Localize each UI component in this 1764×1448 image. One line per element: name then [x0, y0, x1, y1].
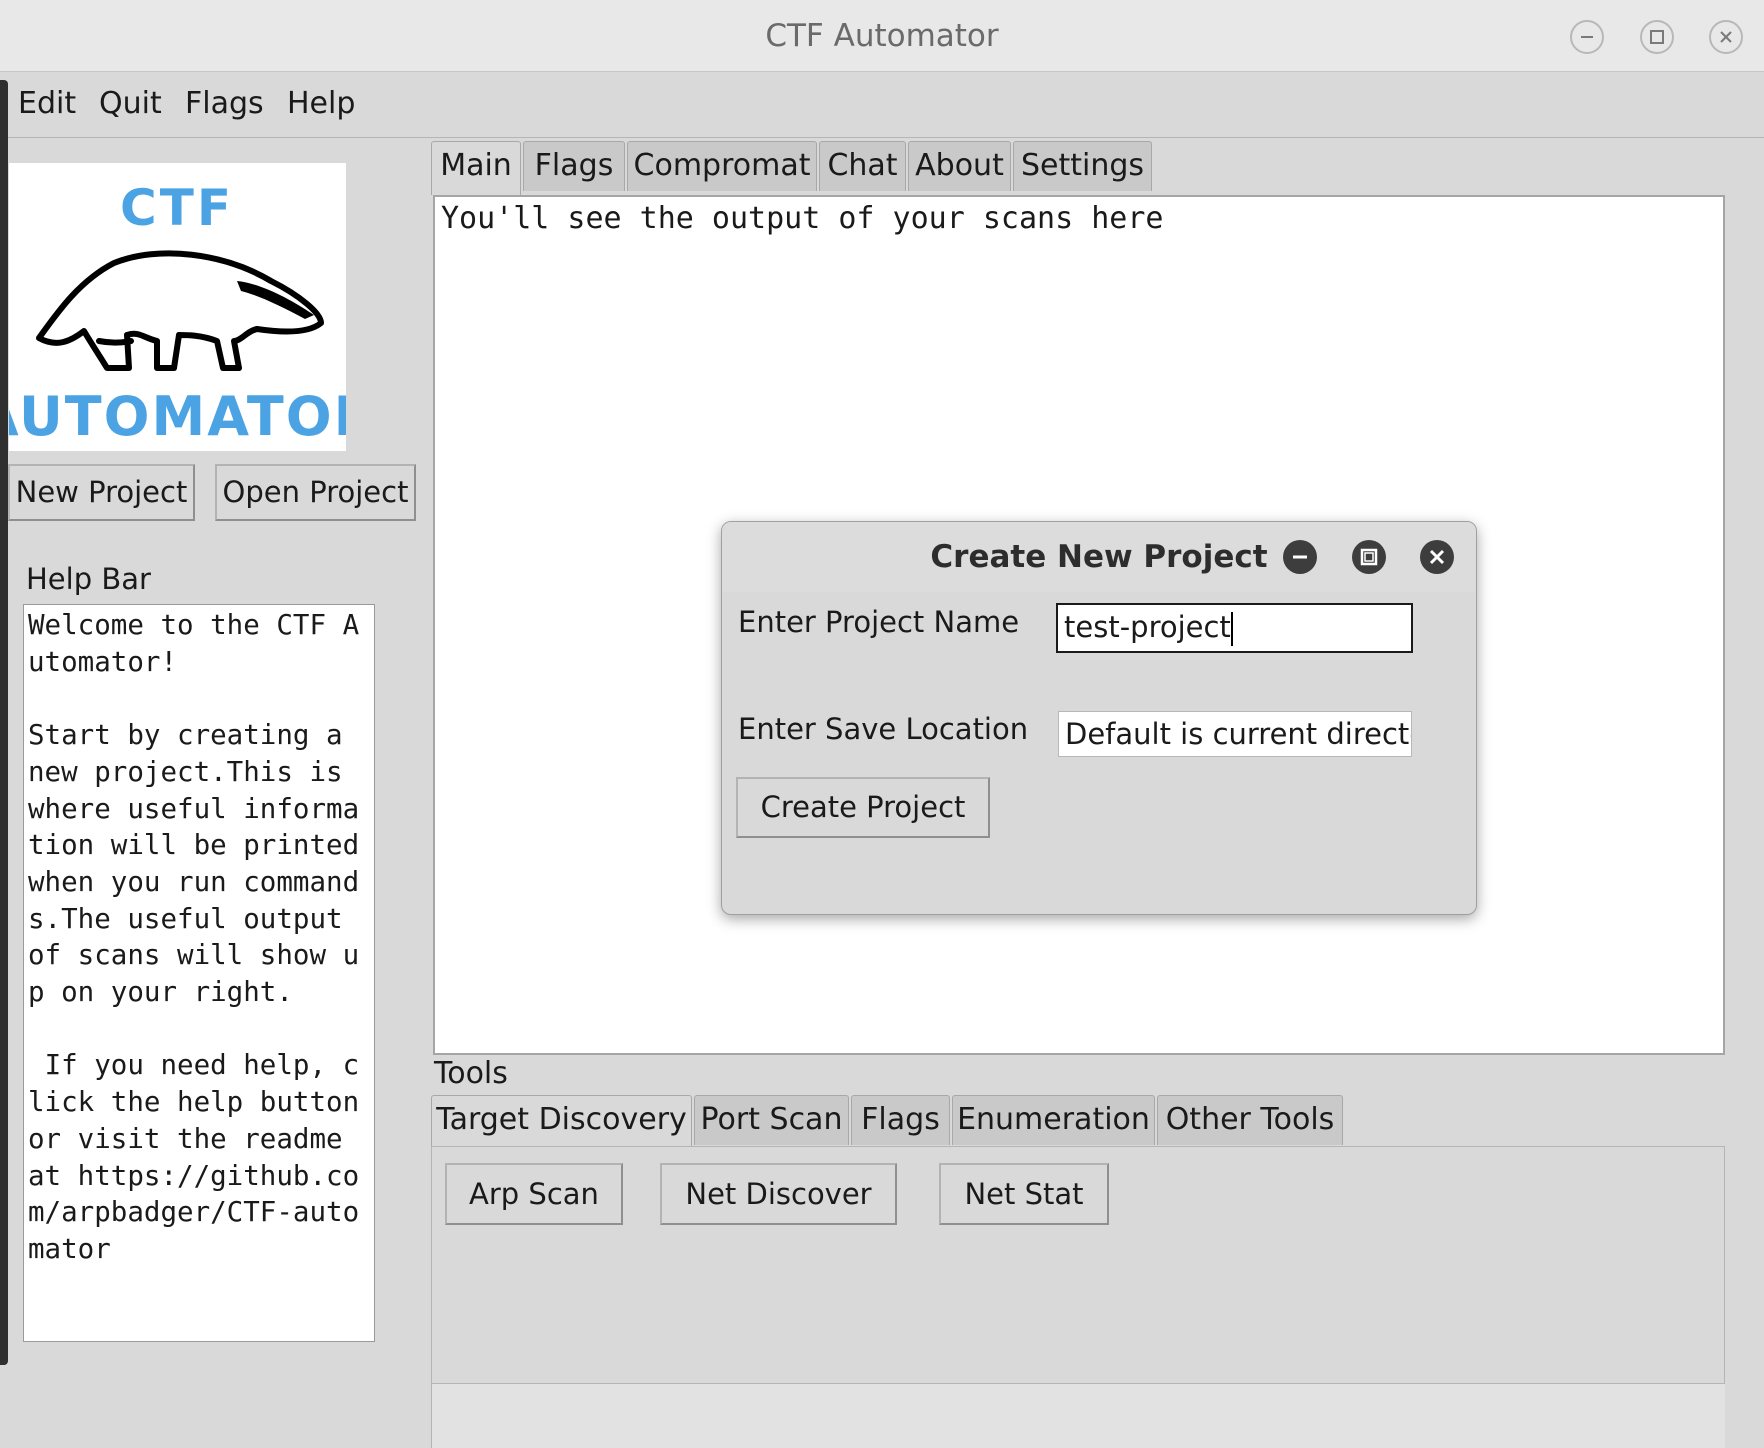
tab-chat[interactable]: Chat — [819, 141, 906, 191]
open-project-button[interactable]: Open Project — [215, 464, 416, 521]
tab-target-discovery[interactable]: Target Discovery — [431, 1095, 692, 1149]
tab-port-scan[interactable]: Port Scan — [694, 1095, 849, 1145]
project-name-value: test-project — [1064, 610, 1231, 644]
menu-edit[interactable]: Edit — [14, 84, 80, 124]
maximize-window-button[interactable] — [1640, 20, 1674, 54]
dialog-maximize-button[interactable] — [1352, 540, 1386, 574]
tab-settings[interactable]: Settings — [1013, 141, 1152, 191]
tab-enumeration[interactable]: Enumeration — [952, 1095, 1155, 1145]
ctf-automator-logo: CTF AUTOMATOR — [0, 163, 375, 451]
tab-compromat[interactable]: Compromat — [627, 141, 817, 191]
close-icon — [1429, 549, 1445, 565]
menu-flags[interactable]: Flags — [181, 84, 268, 124]
badger-icon — [36, 250, 324, 371]
help-bar-label: Help Bar — [26, 562, 151, 596]
tools-bottom-strip — [431, 1384, 1725, 1448]
tab-tools-flags[interactable]: Flags — [851, 1095, 950, 1145]
menu-quit[interactable]: Quit — [95, 84, 166, 124]
tools-label: Tools — [434, 1056, 508, 1091]
minimize-icon — [1293, 555, 1307, 559]
create-project-dialog: Create New Project Enter Project Name te… — [721, 521, 1477, 915]
tab-other-tools[interactable]: Other Tools — [1157, 1095, 1343, 1145]
dialog-minimize-button[interactable] — [1283, 540, 1317, 574]
save-location-value: Default is current directo — [1065, 717, 1412, 751]
close-icon — [1720, 31, 1732, 43]
minimize-window-button[interactable] — [1570, 20, 1604, 54]
logo-top-text: CTF — [120, 179, 234, 237]
new-project-button[interactable]: New Project — [8, 464, 195, 521]
arp-scan-button[interactable]: Arp Scan — [445, 1163, 623, 1225]
project-name-input[interactable]: test-project — [1056, 603, 1413, 653]
save-location-input[interactable]: Default is current directo — [1058, 711, 1412, 757]
tab-flags[interactable]: Flags — [523, 141, 625, 191]
menu-help[interactable]: Help — [283, 84, 359, 124]
window-left-edge — [0, 80, 8, 1365]
create-project-button[interactable]: Create Project — [736, 777, 990, 838]
tab-about[interactable]: About — [908, 141, 1011, 191]
close-window-button[interactable] — [1709, 20, 1743, 54]
net-discover-button[interactable]: Net Discover — [660, 1163, 897, 1225]
window-title: CTF Automator — [765, 18, 999, 54]
maximize-icon — [1360, 548, 1378, 566]
scan-output-text: You'll see the output of your scans here — [441, 201, 1164, 236]
logo-bottom-text: AUTOMATOR — [9, 385, 346, 448]
text-cursor — [1230, 612, 1233, 646]
help-bar-text[interactable]: Welcome to the CTF Automator! Start by c… — [23, 604, 375, 1342]
menubar — [8, 72, 1764, 138]
dialog-close-button[interactable] — [1420, 540, 1454, 574]
project-name-label: Enter Project Name — [738, 605, 1020, 639]
maximize-icon — [1650, 30, 1664, 44]
net-stat-button[interactable]: Net Stat — [939, 1163, 1109, 1225]
tab-main[interactable]: Main — [431, 141, 521, 195]
save-location-label: Enter Save Location — [738, 712, 1029, 746]
minimize-icon — [1581, 36, 1593, 38]
